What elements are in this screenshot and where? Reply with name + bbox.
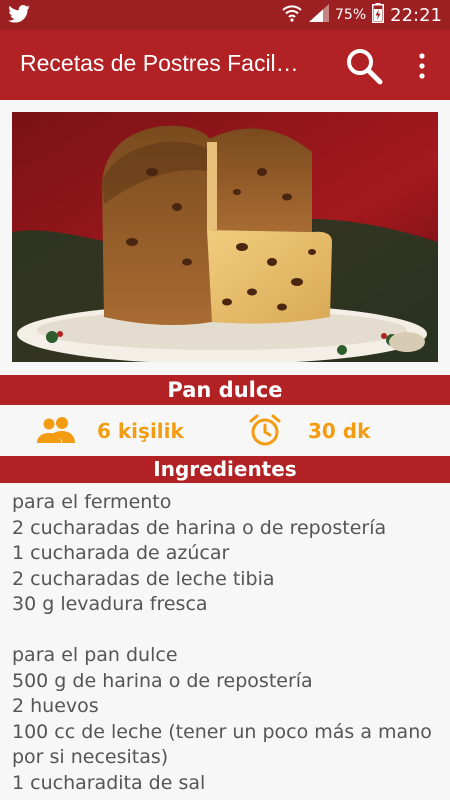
battery-level: 75% bbox=[335, 7, 367, 23]
status-bar: 75% 22:21 bbox=[0, 0, 450, 30]
ingredient-line: 100 cc de leche (tener un poco más a man… bbox=[12, 720, 432, 743]
app-bar: Recetas de Postres Facil… bbox=[0, 30, 450, 100]
ingredient-line: para el pan dulce bbox=[12, 644, 178, 666]
search-icon[interactable] bbox=[344, 46, 384, 86]
ingredient-line: 2 cucharadas de harina o de repostería bbox=[12, 516, 387, 539]
ingredients-heading: Ingredientes bbox=[0, 456, 450, 483]
ingredient-line: 500 g de harina o de repostería bbox=[12, 669, 313, 692]
ingredients-list: para el fermento 2 cucharadas de harina … bbox=[12, 490, 442, 796]
ingredient-line: para el fermento bbox=[12, 491, 172, 513]
people-icon bbox=[36, 415, 76, 449]
recipe-title: Pan dulce bbox=[0, 375, 450, 405]
more-vert-icon[interactable] bbox=[412, 48, 432, 84]
ingredient-spacer bbox=[12, 618, 442, 644]
ingredient-line: 1 cucharada de azúcar bbox=[12, 542, 230, 564]
twitter-icon bbox=[8, 5, 30, 27]
ingredient-line: 2 cucharadas de leche tibia bbox=[12, 567, 275, 590]
ingredient-line: por si necesitas) bbox=[12, 746, 169, 768]
servings-value: 6 kişilik bbox=[97, 419, 184, 443]
ingredient-line: 1 cucharadita de sal bbox=[12, 771, 206, 794]
ingredient-line: 2 huevos bbox=[12, 695, 99, 717]
recipe-photo bbox=[12, 112, 438, 364]
alarm-icon bbox=[248, 413, 282, 451]
signal-icon bbox=[309, 4, 329, 26]
time-value: 30 dk bbox=[308, 419, 371, 443]
app-title: Recetas de Postres Facil… bbox=[20, 50, 299, 76]
recipe-info: 6 kişilik 30 dk bbox=[0, 405, 450, 456]
ingredient-line: 30 g levadura fresca bbox=[12, 593, 208, 615]
wifi-icon bbox=[281, 4, 303, 26]
clock: 22:21 bbox=[390, 4, 442, 26]
battery-icon bbox=[372, 3, 385, 27]
